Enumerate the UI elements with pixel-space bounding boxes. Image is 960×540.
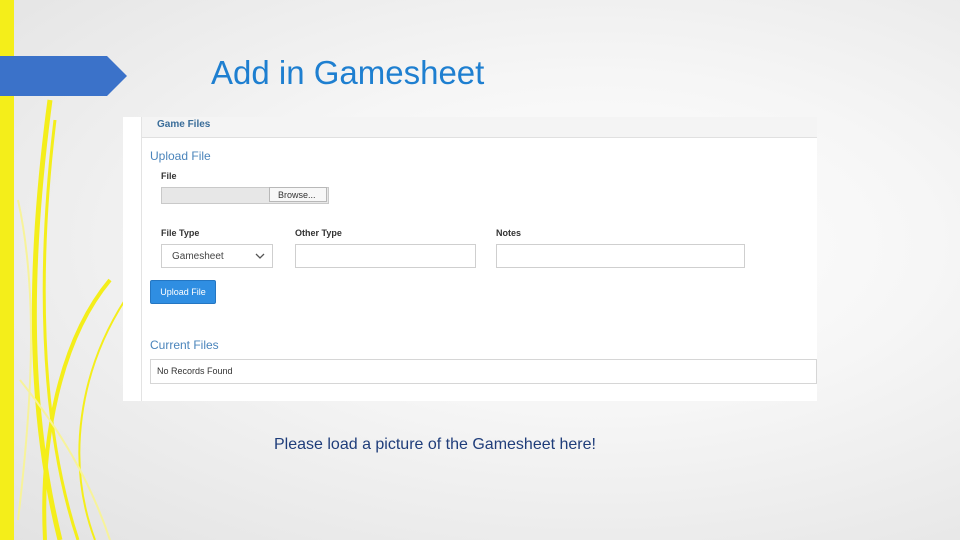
blue-arrow-shape xyxy=(0,56,127,96)
file-type-select[interactable]: Gamesheet xyxy=(161,244,273,268)
other-type-label: Other Type xyxy=(295,228,342,238)
file-label: File xyxy=(161,171,177,181)
instruction-caption: Please load a picture of the Gamesheet h… xyxy=(274,436,596,453)
current-files-title: Current Files xyxy=(150,338,219,352)
upload-file-button[interactable]: Upload File xyxy=(150,280,216,304)
notes-input[interactable] xyxy=(496,244,745,268)
panel-content: Game Files Upload File File Browse... Fi… xyxy=(141,117,817,401)
game-files-panel: Game Files Upload File File Browse... Fi… xyxy=(123,117,817,401)
panel-header-label: Game Files xyxy=(157,119,211,130)
notes-label: Notes xyxy=(496,228,522,238)
no-records-message: No Records Found xyxy=(157,366,233,376)
browse-button[interactable]: Browse... xyxy=(269,187,327,202)
slide-title: Add in Gamesheet xyxy=(211,54,485,91)
upload-section-title: Upload File xyxy=(150,149,211,163)
other-type-input[interactable] xyxy=(295,244,476,268)
current-files-list: No Records Found xyxy=(150,359,817,384)
file-type-selected-value: Gamesheet xyxy=(172,251,224,262)
file-type-label: File Type xyxy=(161,228,200,238)
panel-header: Game Files xyxy=(142,117,817,138)
chevron-down-icon xyxy=(255,253,265,259)
